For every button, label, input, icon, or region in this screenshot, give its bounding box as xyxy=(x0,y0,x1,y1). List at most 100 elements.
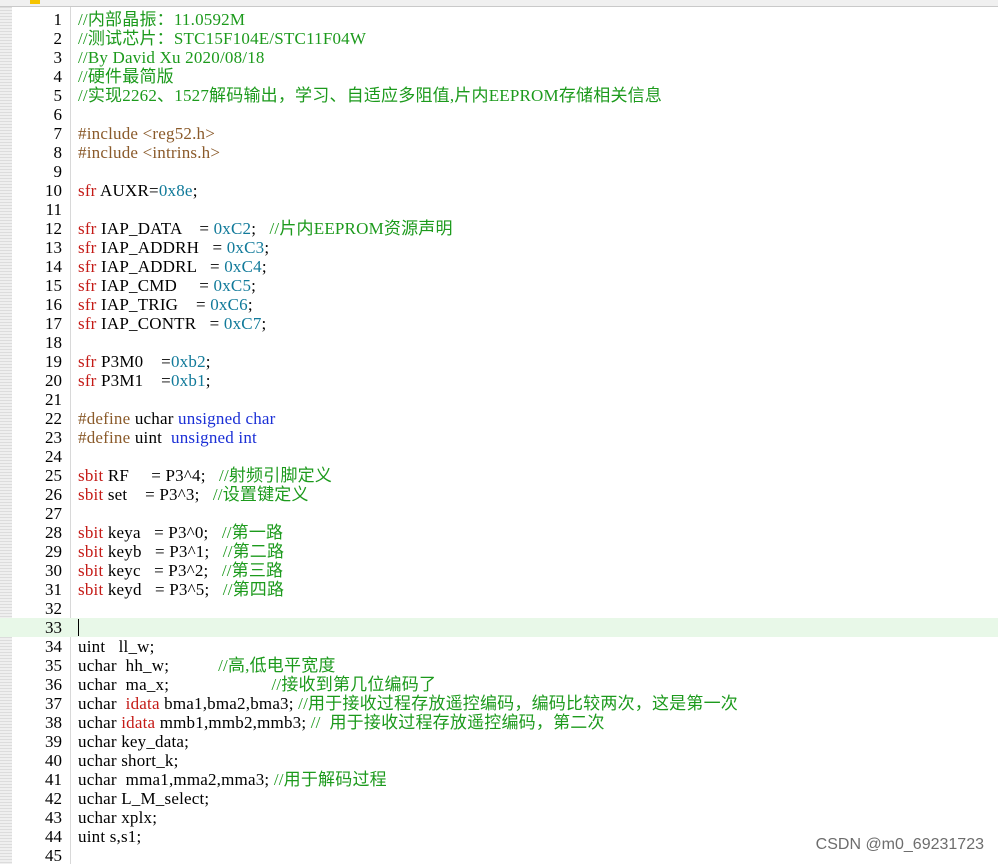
code-line[interactable]: 35 uchar hh_w; //高,低电平宽度 xyxy=(0,656,998,675)
code-token: IAP_TRIG = xyxy=(96,295,211,314)
code-line[interactable]: 23 #define uint unsigned int xyxy=(0,428,998,447)
code-text: uchar idata mmb1,mmb2,mmb3; // 用于接收过程存放遥… xyxy=(78,713,605,732)
code-line[interactable]: 28 sbit keya = P3^0; //第一路 xyxy=(0,523,998,542)
code-line[interactable]: 7 #include <reg52.h> xyxy=(0,124,998,143)
code-token: 0xC7 xyxy=(223,314,262,333)
code-text: //实现2262、1527解码输出，学习、自适应多阻值,片内EEPROM存储相关… xyxy=(78,86,662,105)
code-text: sfr IAP_ADDRH = 0xC3; xyxy=(78,238,269,257)
code-token: unsigned char xyxy=(178,409,276,428)
code-editor[interactable]: 1 //内部晶振：11.0592M 2 //测试芯片：STC15F104E/STC11… xyxy=(0,7,998,865)
code-comment: //设置键定义 xyxy=(212,485,309,504)
line-number: 27 xyxy=(45,504,62,523)
code-line[interactable]: 10 sfr AUXR=0x8e; xyxy=(0,181,998,200)
code-token: ; xyxy=(261,314,267,333)
code-token: sbit xyxy=(78,466,104,485)
code-line[interactable]: 17 sfr IAP_CONTR = 0xC7; xyxy=(0,314,998,333)
code-token: keyd = P3^5; xyxy=(103,580,223,599)
code-line[interactable]: 4 //硬件最简版 xyxy=(0,67,998,86)
code-text: uint ll_w; xyxy=(78,637,155,656)
code-line[interactable]: 22 #define uchar unsigned char xyxy=(0,409,998,428)
code-line[interactable]: 33 xyxy=(0,618,998,637)
code-token: keya = P3^0; xyxy=(103,523,222,542)
code-token: uchar ma_x; xyxy=(78,675,272,694)
line-number: 39 xyxy=(45,732,62,751)
code-line[interactable]: 25 sbit RF = P3^4; //射频引脚定义 xyxy=(0,466,998,485)
code-token: uchar xplx; xyxy=(78,808,158,827)
code-line[interactable]: 31 sbit keyd = P3^5; //第四路 xyxy=(0,580,998,599)
code-line[interactable]: 32 xyxy=(0,599,998,618)
code-line[interactable]: 13 sfr IAP_ADDRH = 0xC3; xyxy=(0,238,998,257)
csdn-watermark: CSDN @m0_69231723 xyxy=(815,836,984,853)
code-token: keyb = P3^1; xyxy=(103,542,223,561)
line-number: 6 xyxy=(53,105,63,124)
code-text: uint s,s1; xyxy=(78,827,141,846)
line-number: 4 xyxy=(53,67,63,86)
code-line[interactable]: 2 //测试芯片：STC15F104E/STC11F04W xyxy=(0,29,998,48)
active-tab-indicator[interactable] xyxy=(30,0,40,4)
code-line[interactable]: 9 xyxy=(0,162,998,181)
code-text: sbit keyc = P3^2; //第三路 xyxy=(78,561,283,580)
line-number: 30 xyxy=(45,561,62,580)
code-line[interactable]: 30 sbit keyc = P3^2; //第三路 xyxy=(0,561,998,580)
code-line[interactable]: 18 xyxy=(0,333,998,352)
code-text: //内部晶振：11.0592M xyxy=(78,10,245,29)
code-line[interactable]: 16 sfr IAP_TRIG = 0xC6; xyxy=(0,295,998,314)
line-number: 12 xyxy=(45,219,62,238)
code-line[interactable]: 27 xyxy=(0,504,998,523)
line-number: 10 xyxy=(45,181,62,200)
code-token: IAP_CONTR = xyxy=(96,314,224,333)
code-line[interactable]: 37 uchar idata bma1,bma2,bma3; //用于接收过程存放… xyxy=(0,694,998,713)
code-token: 0xb2 xyxy=(170,352,206,371)
code-token: uchar key_data; xyxy=(78,732,190,751)
code-line[interactable]: 34 uint ll_w; xyxy=(0,637,998,656)
code-line[interactable]: 21 xyxy=(0,390,998,409)
code-line[interactable]: 29 sbit keyb = P3^1; //第二路 xyxy=(0,542,998,561)
code-token: #include xyxy=(78,143,143,162)
code-line[interactable]: 11 xyxy=(0,200,998,219)
code-line[interactable]: 20 sfr P3M1 =0xb1; xyxy=(0,371,998,390)
code-line[interactable]: 19 sfr P3M0 =0xb2; xyxy=(0,352,998,371)
code-text: uchar idata bma1,bma2,bma3; //用于接收过程存放遥控… xyxy=(78,694,738,713)
code-comment: //实现2262、1527解码输出，学习、自适应多阻值,片内EEPROM存储相关… xyxy=(78,86,663,105)
line-number: 42 xyxy=(45,789,62,808)
code-line[interactable]: 1 //内部晶振：11.0592M xyxy=(0,10,998,29)
code-token: ; xyxy=(247,295,253,314)
line-number: 5 xyxy=(53,86,63,105)
code-line[interactable]: 26 sbit set = P3^3; //设置键定义 xyxy=(0,485,998,504)
line-number: 15 xyxy=(45,276,62,295)
code-line[interactable]: 5 //实现2262、1527解码输出，学习、自适应多阻值,片内EEPROM存储相… xyxy=(0,86,998,105)
code-line[interactable]: 12 sfr IAP_DATA = 0xC2; //片内EEPROM资源声明 xyxy=(0,219,998,238)
code-line[interactable]: 8 #include <intrins.h> xyxy=(0,143,998,162)
code-token: 0xC3 xyxy=(226,238,265,257)
code-token: unsigned int xyxy=(171,428,257,447)
code-text: uchar hh_w; //高,低电平宽度 xyxy=(78,656,336,675)
code-line[interactable]: 3 //By David Xu 2020/08/18 xyxy=(0,48,998,67)
line-number: 43 xyxy=(45,808,62,827)
line-number: 32 xyxy=(45,599,62,618)
code-token: ; xyxy=(205,352,211,371)
code-line[interactable]: 6 xyxy=(0,105,998,124)
code-comment: //第三路 xyxy=(221,561,284,580)
code-line[interactable]: 36 uchar ma_x; //接收到第几位编码了 xyxy=(0,675,998,694)
code-token: IAP_DATA = xyxy=(96,219,214,238)
code-line[interactable]: 24 xyxy=(0,447,998,466)
code-token: sbit xyxy=(78,485,104,504)
line-number: 35 xyxy=(45,656,62,675)
code-text: #define uint unsigned int xyxy=(78,428,257,447)
code-line[interactable]: 15 sfr IAP_CMD = 0xC5; xyxy=(0,276,998,295)
code-text: sfr IAP_CONTR = 0xC7; xyxy=(78,314,266,333)
code-token: uint xyxy=(130,428,171,447)
code-token: sfr xyxy=(78,352,97,371)
code-token: sfr xyxy=(78,219,97,238)
code-line[interactable]: 14 sfr IAP_ADDRL = 0xC4; xyxy=(0,257,998,276)
code-token: IAP_ADDRH = xyxy=(96,238,227,257)
line-number: 3 xyxy=(53,48,63,67)
code-line[interactable]: 41 uchar mma1,mma2,mma3; //用于解码过程 xyxy=(0,770,998,789)
code-line[interactable]: 43 uchar xplx; xyxy=(0,808,998,827)
code-line[interactable]: 39 uchar key_data; xyxy=(0,732,998,751)
code-line[interactable]: 40 uchar short_k; xyxy=(0,751,998,770)
code-line[interactable]: 38 uchar idata mmb1,mmb2,mmb3; // 用于接收过程存… xyxy=(0,713,998,732)
code-token: uint s,s1; xyxy=(78,827,142,846)
code-line[interactable]: 42 uchar L_M_select; xyxy=(0,789,998,808)
code-text: //By David Xu 2020/08/18 xyxy=(78,48,265,67)
